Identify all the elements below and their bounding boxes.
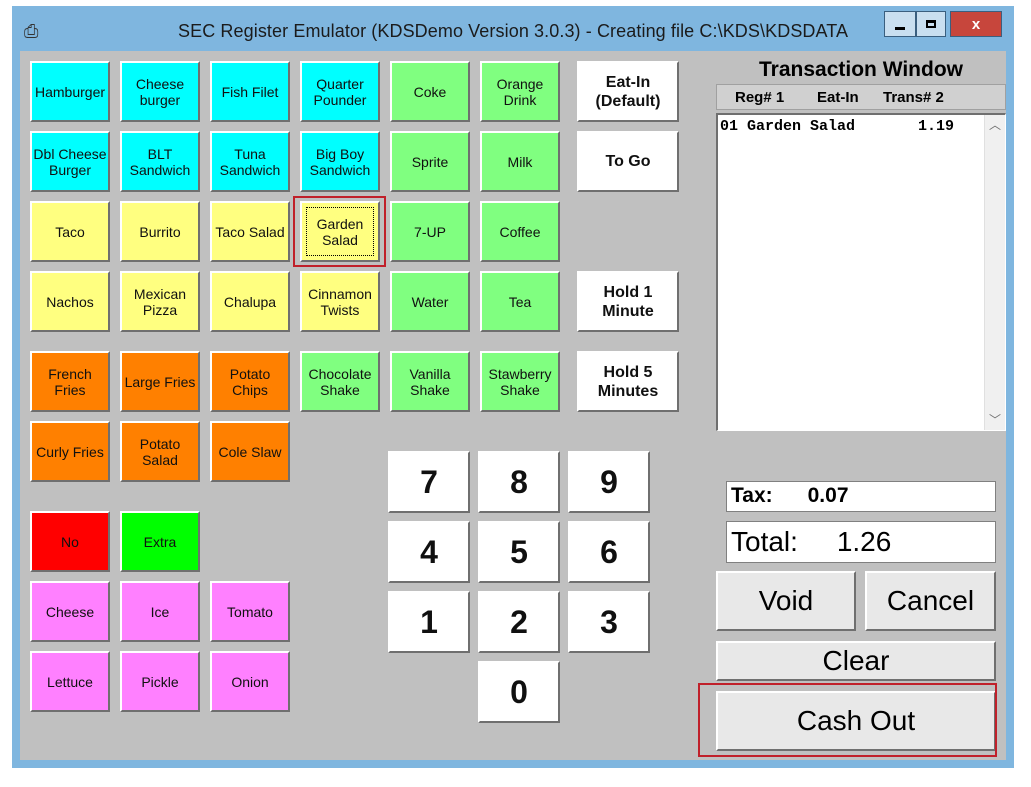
keypad-8-button[interactable]: 8 bbox=[478, 451, 560, 513]
close-button[interactable]: x bbox=[950, 11, 1002, 37]
item-burrito-button[interactable]: Burrito bbox=[120, 201, 200, 262]
minimize-button[interactable] bbox=[884, 11, 916, 37]
item-taco-salad-button[interactable]: Taco Salad bbox=[210, 201, 290, 262]
title-bar[interactable]: ⎙ SEC Register Emulator (KDSDemo Version… bbox=[12, 6, 1014, 51]
total-display: Total: 1.26 bbox=[726, 521, 996, 563]
maximize-icon bbox=[926, 20, 936, 28]
item-sprite-button[interactable]: Sprite bbox=[390, 131, 470, 192]
item-7up-button[interactable]: 7-UP bbox=[390, 201, 470, 262]
transaction-number: Trans# 2 bbox=[883, 89, 944, 106]
item-cole-slaw-button[interactable]: Cole Slaw bbox=[210, 421, 290, 482]
eat-in-button[interactable]: Eat-In (Default) bbox=[577, 61, 679, 122]
tax-display: Tax: 0.07 bbox=[726, 481, 996, 512]
item-milk-button[interactable]: Milk bbox=[480, 131, 560, 192]
keypad-6-button[interactable]: 6 bbox=[568, 521, 650, 583]
item-strawberry-shake-button[interactable]: Stawberry Shake bbox=[480, 351, 560, 412]
keypad-0-button[interactable]: 0 bbox=[478, 661, 560, 723]
scroll-down-icon[interactable]: ﹀ bbox=[985, 410, 1005, 430]
item-tea-button[interactable]: Tea bbox=[480, 271, 560, 332]
void-button[interactable]: Void bbox=[716, 571, 856, 631]
register-panel: Hamburger Cheese burger Fish Filet Quart… bbox=[20, 51, 1006, 760]
item-fish-filet-button[interactable]: Fish Filet bbox=[210, 61, 290, 122]
hold-5-minutes-button[interactable]: Hold 5 Minutes bbox=[577, 351, 679, 412]
modifier-ice-button[interactable]: Ice bbox=[120, 581, 200, 642]
item-coke-button[interactable]: Coke bbox=[390, 61, 470, 122]
item-blt-sandwich-button[interactable]: BLT Sandwich bbox=[120, 131, 200, 192]
item-chocolate-shake-button[interactable]: Chocolate Shake bbox=[300, 351, 380, 412]
item-quarter-pounder-button[interactable]: Quarter Pounder bbox=[300, 61, 380, 122]
item-hamburger-button[interactable]: Hamburger bbox=[30, 61, 110, 122]
item-big-boy-sandwich-button[interactable]: Big Boy Sandwich bbox=[300, 131, 380, 192]
clear-button[interactable]: Clear bbox=[716, 641, 996, 681]
item-dbl-cheese-burger-button[interactable]: Dbl Cheese Burger bbox=[30, 131, 110, 192]
keypad-7-button[interactable]: 7 bbox=[388, 451, 470, 513]
order-mode: Eat-In bbox=[817, 89, 859, 106]
item-cinnamon-twists-button[interactable]: Cinnamon Twists bbox=[300, 271, 380, 332]
item-water-button[interactable]: Water bbox=[390, 271, 470, 332]
keypad-1-button[interactable]: 1 bbox=[388, 591, 470, 653]
transaction-header: Reg# 1 Eat-In Trans# 2 bbox=[716, 84, 1006, 110]
hold-1-minute-button[interactable]: Hold 1 Minute bbox=[577, 271, 679, 332]
item-potato-chips-button[interactable]: Potato Chips bbox=[210, 351, 290, 412]
item-curly-fries-button[interactable]: Curly Fries bbox=[30, 421, 110, 482]
transaction-line-item[interactable]: 01 Garden Salad 1.19 bbox=[720, 118, 954, 135]
item-french-fries-button[interactable]: French Fries bbox=[30, 351, 110, 412]
keypad-4-button[interactable]: 4 bbox=[388, 521, 470, 583]
item-large-fries-button[interactable]: Large Fries bbox=[120, 351, 200, 412]
modifier-tomato-button[interactable]: Tomato bbox=[210, 581, 290, 642]
minimize-icon bbox=[895, 26, 905, 30]
item-nachos-button[interactable]: Nachos bbox=[30, 271, 110, 332]
keypad-2-button[interactable]: 2 bbox=[478, 591, 560, 653]
modifier-pickle-button[interactable]: Pickle bbox=[120, 651, 200, 712]
item-taco-button[interactable]: Taco bbox=[30, 201, 110, 262]
item-coffee-button[interactable]: Coffee bbox=[480, 201, 560, 262]
cash-out-highlight bbox=[698, 683, 997, 757]
to-go-button[interactable]: To Go bbox=[577, 131, 679, 192]
scroll-up-icon[interactable]: ︿ bbox=[985, 115, 1005, 135]
cancel-button[interactable]: Cancel bbox=[865, 571, 996, 631]
modifier-no-button[interactable]: No bbox=[30, 511, 110, 572]
modifier-extra-button[interactable]: Extra bbox=[120, 511, 200, 572]
keypad-3-button[interactable]: 3 bbox=[568, 591, 650, 653]
keypad-5-button[interactable]: 5 bbox=[478, 521, 560, 583]
modifier-lettuce-button[interactable]: Lettuce bbox=[30, 651, 110, 712]
item-chalupa-button[interactable]: Chalupa bbox=[210, 271, 290, 332]
window-title: SEC Register Emulator (KDSDemo Version 3… bbox=[178, 21, 849, 41]
modifier-onion-button[interactable]: Onion bbox=[210, 651, 290, 712]
modifier-cheese-button[interactable]: Cheese bbox=[30, 581, 110, 642]
maximize-button[interactable] bbox=[916, 11, 946, 37]
garden-salad-highlight bbox=[293, 196, 386, 267]
transaction-window-title: Transaction Window bbox=[759, 58, 963, 81]
transaction-scrollbar[interactable]: ︿ ﹀ bbox=[984, 115, 1005, 430]
app-window: ⎙ SEC Register Emulator (KDSDemo Version… bbox=[12, 6, 1014, 768]
item-cheeseburger-button[interactable]: Cheese burger bbox=[120, 61, 200, 122]
item-tuna-sandwich-button[interactable]: Tuna Sandwich bbox=[210, 131, 290, 192]
printer-icon[interactable]: ⎙ bbox=[24, 20, 46, 42]
item-vanilla-shake-button[interactable]: Vanilla Shake bbox=[390, 351, 470, 412]
transaction-list[interactable]: 01 Garden Salad 1.19 ︿ ﹀ bbox=[716, 113, 1006, 431]
register-number: Reg# 1 bbox=[735, 89, 785, 106]
keypad-9-button[interactable]: 9 bbox=[568, 451, 650, 513]
item-orange-drink-button[interactable]: Orange Drink bbox=[480, 61, 560, 122]
item-potato-salad-button[interactable]: Potato Salad bbox=[120, 421, 200, 482]
item-mexican-pizza-button[interactable]: Mexican Pizza bbox=[120, 271, 200, 332]
